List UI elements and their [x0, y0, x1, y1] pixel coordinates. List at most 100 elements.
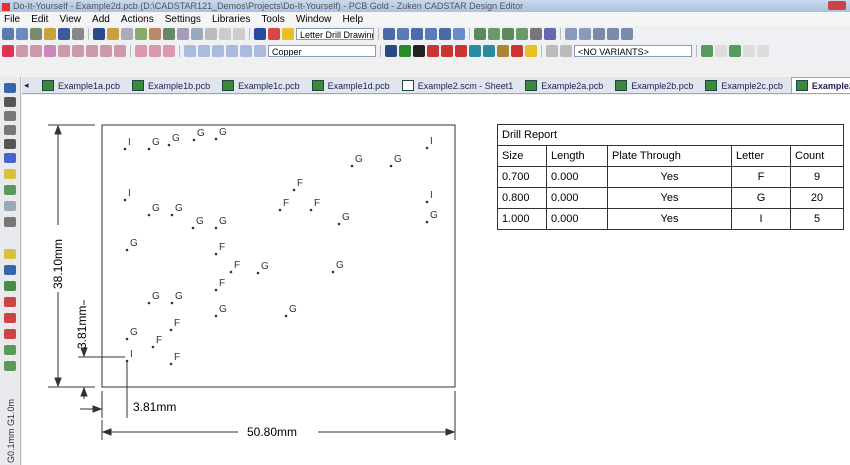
- drill-letter: F: [156, 335, 162, 346]
- drill-letter: G: [175, 203, 183, 214]
- column-header-count: Count: [790, 145, 844, 167]
- drill-letter: G: [152, 203, 160, 214]
- drill-hole-dot: [425, 146, 429, 150]
- drill-letter: G: [175, 291, 183, 302]
- drill-letter: I: [128, 137, 131, 148]
- drill-hole-dot: [425, 200, 429, 204]
- drill-hole-dot: [337, 222, 341, 226]
- board-outline: [101, 124, 456, 388]
- drill-letter: G: [219, 216, 227, 227]
- drill-hole-dot: [147, 301, 151, 305]
- size-cell: 0.700: [497, 166, 547, 188]
- drill-letter: G: [355, 154, 363, 165]
- drill-hole-dot: [169, 328, 173, 332]
- drill-letter: F: [297, 178, 303, 189]
- drill-hole-dot: [214, 137, 218, 141]
- drill-hole-dot: [389, 164, 393, 168]
- drill-hole-dot: [125, 359, 129, 363]
- drill-letter: F: [174, 352, 180, 363]
- table-row: 0.800 0.000 Yes G 20: [497, 187, 844, 209]
- drill-letter: G: [342, 212, 350, 223]
- drill-hole-dot: [278, 208, 282, 212]
- drill-letter: F: [234, 260, 240, 271]
- drill-hole-dot: [331, 270, 335, 274]
- width-dimension-label: 50.80mm: [247, 425, 298, 439]
- drill-hole-dot: [123, 198, 127, 202]
- offset-y-dimension-label: 3.81mm: [75, 305, 89, 349]
- drill-letter: F: [219, 278, 225, 289]
- drill-hole-dot: [147, 213, 151, 217]
- count-cell: 9: [790, 166, 844, 188]
- column-header-size: Size: [497, 145, 547, 167]
- drill-hole-dot: [192, 138, 196, 142]
- drill-letter: G: [152, 137, 160, 148]
- drill-hole-dot: [147, 147, 151, 151]
- drill-hole-dot: [169, 362, 173, 366]
- drill-letter: F: [283, 198, 289, 209]
- drill-letter: G: [261, 261, 269, 272]
- drill-letter: G: [219, 127, 227, 138]
- drill-hole-dot: [256, 271, 260, 275]
- size-cell: 0.800: [497, 187, 547, 209]
- drill-report-table: Drill Report Size Length Plate Through L…: [497, 124, 844, 230]
- drill-hole-dot: [191, 226, 195, 230]
- drill-hole-dot: [292, 188, 296, 192]
- drill-report-title-row: Drill Report: [497, 124, 844, 146]
- drill-letter: I: [128, 188, 131, 199]
- letter-cell: F: [731, 166, 791, 188]
- plate-through-cell: Yes: [607, 187, 732, 209]
- drill-hole-dot: [151, 345, 155, 349]
- height-dimension-label: 38.10mm: [51, 238, 65, 289]
- size-cell: 1.000: [497, 208, 547, 230]
- drill-letter: G: [394, 154, 402, 165]
- count-cell: 5: [790, 208, 844, 230]
- drill-report-header-row: Size Length Plate Through Letter Count: [497, 145, 844, 167]
- drill-letter: I: [430, 136, 433, 147]
- drill-hole-dot: [170, 213, 174, 217]
- drill-hole-dot: [214, 288, 218, 292]
- drill-marks: I G G G GIG GIG GFF FIG G G GG FF G GFG GG GFGFI F: [123, 127, 438, 366]
- count-cell: 20: [790, 187, 844, 209]
- drill-hole-dot: [167, 143, 171, 147]
- drill-letter: G: [196, 216, 204, 227]
- column-header-length: Length: [546, 145, 608, 167]
- length-cell: 0.000: [546, 208, 608, 230]
- column-header-plate-through: Plate Through: [607, 145, 732, 167]
- column-header-letter: Letter: [731, 145, 791, 167]
- length-cell: 0.000: [546, 187, 608, 209]
- drill-letter: G: [197, 128, 205, 139]
- drill-hole-dot: [214, 314, 218, 318]
- drill-report-title: Drill Report: [497, 124, 844, 146]
- drill-letter: G: [336, 260, 344, 271]
- offset-x-dimension-label: 3.81mm: [133, 400, 177, 414]
- drill-hole-dot: [214, 252, 218, 256]
- plate-through-cell: Yes: [607, 208, 732, 230]
- drill-letter: F: [219, 242, 225, 253]
- table-row: 1.000 0.000 Yes I 5: [497, 208, 844, 230]
- offset-x-dimension: [80, 360, 128, 418]
- drill-letter: G: [130, 238, 138, 249]
- drill-hole-dot: [284, 314, 288, 318]
- drill-letter: F: [314, 198, 320, 209]
- drill-hole-dot: [170, 301, 174, 305]
- length-cell: 0.000: [546, 166, 608, 188]
- drill-letter: G: [172, 133, 180, 144]
- drill-hole-dot: [309, 208, 313, 212]
- drill-letter: I: [130, 349, 133, 360]
- drill-hole-dot: [350, 164, 354, 168]
- drill-letter: G: [430, 210, 438, 221]
- drill-hole-dot: [125, 248, 129, 252]
- drill-hole-dot: [425, 220, 429, 224]
- pcb-drawing: I G G G GIG GIG GFF FIG G G GG FF G GFG GG GFGFI F: [48, 124, 456, 440]
- letter-cell: G: [731, 187, 791, 209]
- drill-hole-dot: [214, 226, 218, 230]
- drill-letter: I: [430, 190, 433, 201]
- drill-letter: G: [289, 304, 297, 315]
- drill-hole-dot: [229, 270, 233, 274]
- drill-letter: G: [219, 304, 227, 315]
- plate-through-cell: Yes: [607, 166, 732, 188]
- drill-letter: F: [174, 318, 180, 329]
- drill-letter: G: [130, 327, 138, 338]
- drill-hole-dot: [125, 337, 129, 341]
- table-row: 0.700 0.000 Yes F 9: [497, 166, 844, 188]
